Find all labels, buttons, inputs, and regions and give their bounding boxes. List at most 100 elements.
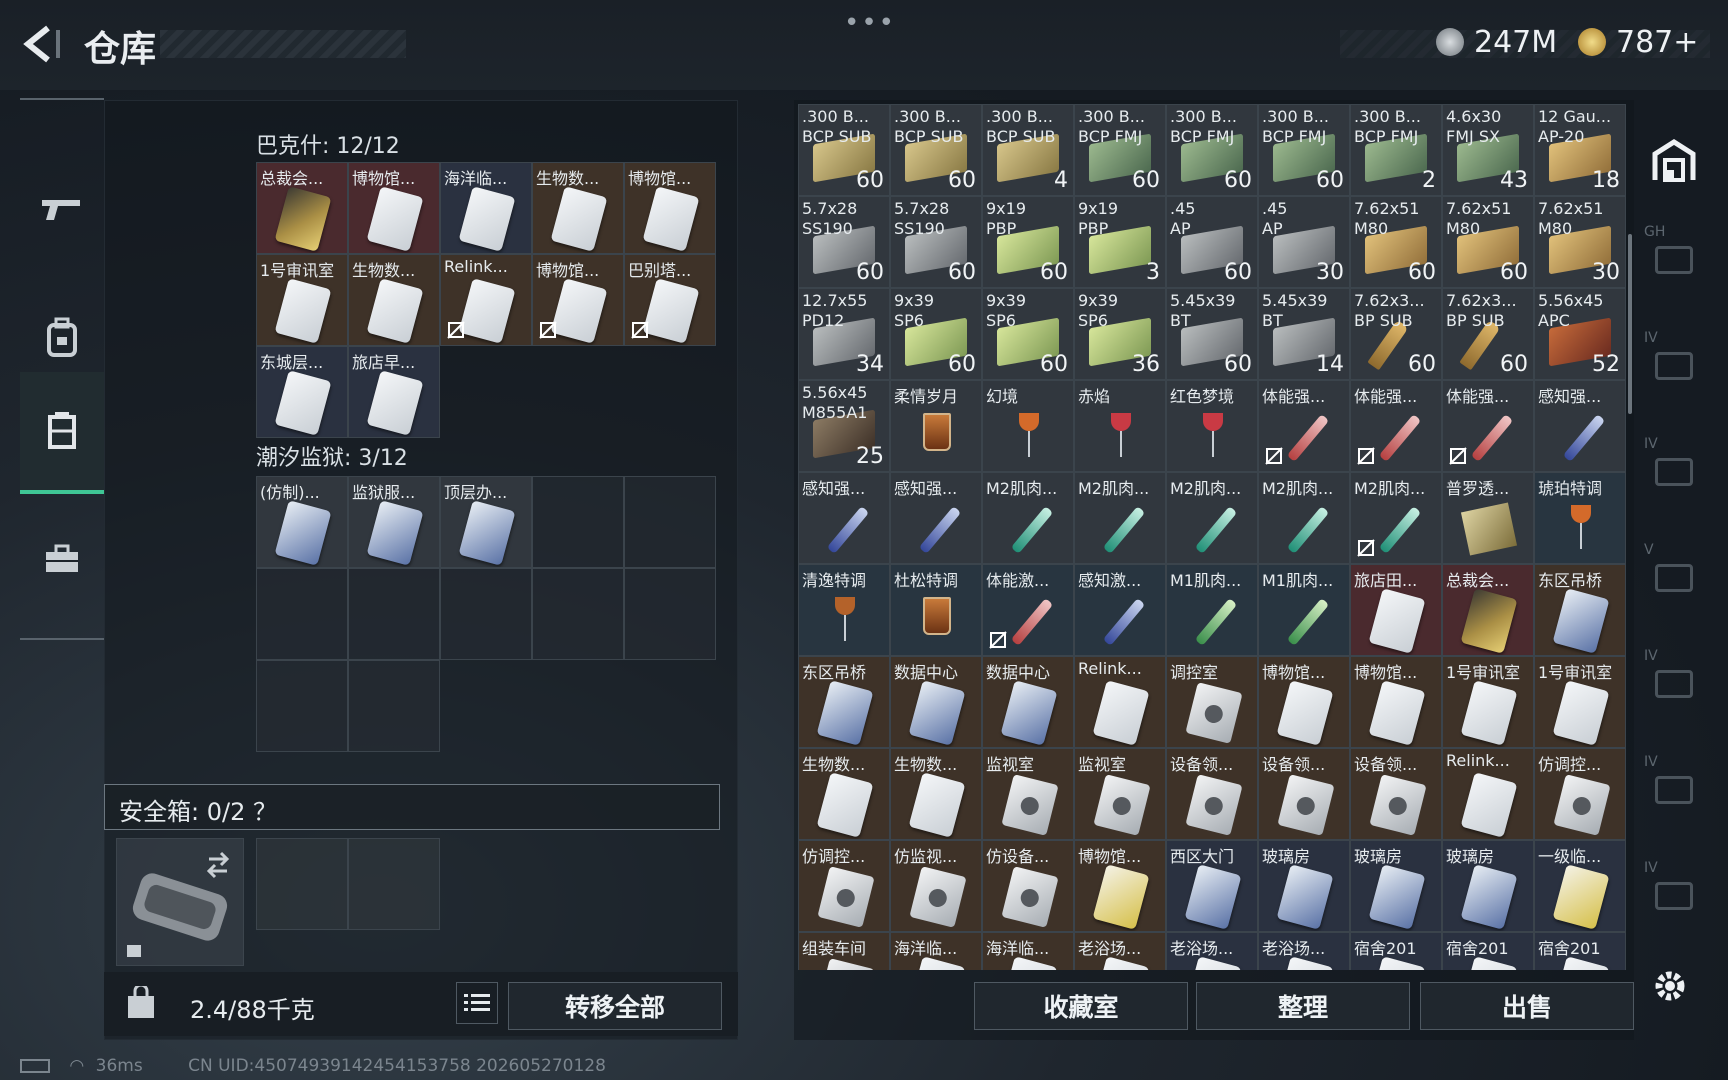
item-slot[interactable]: 清逸特调 (798, 564, 890, 656)
sort-button[interactable]: 整理 (1196, 982, 1410, 1030)
item-slot[interactable]: 监狱服... (348, 476, 440, 568)
item-slot[interactable]: .300 B... BCP FMJ 60 (1166, 104, 1258, 196)
item-slot[interactable]: 东区吊桥 (798, 656, 890, 748)
item-slot[interactable]: 琥珀特调 (1534, 472, 1626, 564)
item-slot[interactable]: 数据中心 (982, 656, 1074, 748)
nav-toolbox[interactable] (20, 498, 104, 620)
item-slot[interactable]: 海洋临... (440, 162, 532, 254)
category-tab[interactable]: V (1636, 528, 1712, 628)
category-tab[interactable]: IV (1636, 846, 1712, 946)
item-slot[interactable]: 体能强... (1350, 380, 1442, 472)
item-slot[interactable]: 7.62x51 M80 60 (1350, 196, 1442, 288)
item-slot[interactable]: 普罗透... (1442, 472, 1534, 564)
item-slot[interactable]: 海洋临... (890, 932, 982, 970)
item-slot[interactable]: 生物数... (890, 748, 982, 840)
item-slot[interactable]: .300 B... BCP FMJ 60 (1258, 104, 1350, 196)
item-slot[interactable]: 5.56x45 M855A1 25 (798, 380, 890, 472)
category-tab[interactable]: IV (1636, 634, 1712, 734)
item-slot[interactable]: .300 B... BCP SUB 60 (890, 104, 982, 196)
item-slot[interactable]: 数据中心 (890, 656, 982, 748)
item-slot[interactable]: .45 AP 30 (1258, 196, 1350, 288)
item-slot[interactable]: 旅店早... (348, 346, 440, 438)
item-slot[interactable]: Relink... (1442, 748, 1534, 840)
item-slot[interactable]: 老浴场... (1074, 932, 1166, 970)
empty-slot[interactable] (624, 568, 716, 660)
item-slot[interactable]: .300 B... BCP SUB 4 (982, 104, 1074, 196)
item-slot[interactable]: 监视室 (1074, 748, 1166, 840)
item-slot[interactable]: 红色梦境 (1166, 380, 1258, 472)
item-slot[interactable]: 感知强... (890, 472, 982, 564)
item-slot[interactable]: 总裁会... (256, 162, 348, 254)
item-slot[interactable]: 体能强... (1258, 380, 1350, 472)
item-slot[interactable]: 总裁会... (1442, 564, 1534, 656)
category-tab[interactable]: IV (1636, 316, 1712, 416)
item-slot[interactable]: 博物馆... (532, 254, 624, 346)
item-slot[interactable]: 西区大门 (1166, 840, 1258, 932)
item-slot[interactable]: 感知激... (1074, 564, 1166, 656)
item-slot[interactable]: Relink... (440, 254, 532, 346)
item-slot[interactable]: M2肌肉... (1258, 472, 1350, 564)
item-slot[interactable]: 调控室 (1166, 656, 1258, 748)
list-view-button[interactable] (456, 982, 498, 1024)
item-slot[interactable]: 感知强... (1534, 380, 1626, 472)
collection-room-button[interactable]: 收藏室 (974, 982, 1188, 1030)
item-slot[interactable]: 仿调控... (1534, 748, 1626, 840)
item-slot[interactable]: 组装车间 (798, 932, 890, 970)
item-slot[interactable]: 1号审讯室 (1442, 656, 1534, 748)
item-slot[interactable]: M2肌肉... (1074, 472, 1166, 564)
item-slot[interactable]: 5.7x28 SS190 60 (798, 196, 890, 288)
item-slot[interactable]: 感知强... (798, 472, 890, 564)
item-slot[interactable]: 赤焰 (1074, 380, 1166, 472)
empty-slot[interactable] (348, 568, 440, 660)
item-slot[interactable]: 顶层办... (440, 476, 532, 568)
item-slot[interactable]: 生物数... (532, 162, 624, 254)
item-slot[interactable]: 5.56x45 APC 52 (1534, 288, 1626, 380)
safe-slot-2[interactable] (348, 838, 440, 930)
item-slot[interactable]: 5.45x39 BT 14 (1258, 288, 1350, 380)
item-slot[interactable]: 博物馆... (348, 162, 440, 254)
item-slot[interactable]: 巴别塔... (624, 254, 716, 346)
empty-slot[interactable] (532, 476, 624, 568)
item-slot[interactable]: 9x39 SP6 60 (890, 288, 982, 380)
category-tab[interactable]: GH (1636, 210, 1712, 310)
item-slot[interactable]: 杜松特调 (890, 564, 982, 656)
item-slot[interactable]: 1号审讯室 (256, 254, 348, 346)
item-slot[interactable]: M1肌肉... (1258, 564, 1350, 656)
nav-storage[interactable] (20, 372, 104, 494)
item-slot[interactable]: 体能激... (982, 564, 1074, 656)
item-slot[interactable]: 7.62x3... BP SUB 60 (1442, 288, 1534, 380)
back-arrow-icon[interactable] (18, 22, 62, 66)
item-slot[interactable]: 老浴场... (1258, 932, 1350, 970)
item-slot[interactable]: .45 AP 60 (1166, 196, 1258, 288)
item-slot[interactable]: M1肌肉... (1166, 564, 1258, 656)
item-slot[interactable]: 玻璃房 (1258, 840, 1350, 932)
item-slot[interactable]: 7.62x51 M80 60 (1442, 196, 1534, 288)
empty-slot[interactable] (624, 476, 716, 568)
empty-slot[interactable] (532, 568, 624, 660)
item-slot[interactable]: 柔情岁月 (890, 380, 982, 472)
storage-scrollbar[interactable] (1628, 234, 1632, 414)
item-slot[interactable]: 博物馆... (624, 162, 716, 254)
currency-gold[interactable]: 787+ (1578, 22, 1698, 62)
sell-button[interactable]: 出售 (1420, 982, 1634, 1030)
item-slot[interactable]: 设备领... (1166, 748, 1258, 840)
item-slot[interactable]: 东区吊桥 (1534, 564, 1626, 656)
item-slot[interactable]: 宿舍201 (1350, 932, 1442, 970)
transfer-all-button[interactable]: 转移全部 (508, 982, 722, 1030)
item-slot[interactable]: 生物数... (798, 748, 890, 840)
item-slot[interactable]: 宿舍201 (1534, 932, 1626, 970)
item-slot[interactable]: 仿调控... (798, 840, 890, 932)
item-slot[interactable]: 7.62x51 M80 30 (1534, 196, 1626, 288)
item-slot[interactable]: 9x19 PBP 3 (1074, 196, 1166, 288)
safe-slot-1[interactable] (256, 838, 348, 930)
empty-slot[interactable] (256, 660, 348, 752)
category-tab[interactable]: IV (1636, 422, 1712, 522)
item-slot[interactable]: 宿舍201 (1442, 932, 1534, 970)
item-slot[interactable]: Relink... (1074, 656, 1166, 748)
empty-slot[interactable] (256, 568, 348, 660)
item-slot[interactable]: 5.45x39 BT 60 (1166, 288, 1258, 380)
item-slot[interactable]: 博物馆... (1350, 656, 1442, 748)
item-slot[interactable]: .300 B... BCP FMJ 60 (1074, 104, 1166, 196)
item-slot[interactable]: 监视室 (982, 748, 1074, 840)
nav-weapons[interactable] (20, 148, 104, 270)
